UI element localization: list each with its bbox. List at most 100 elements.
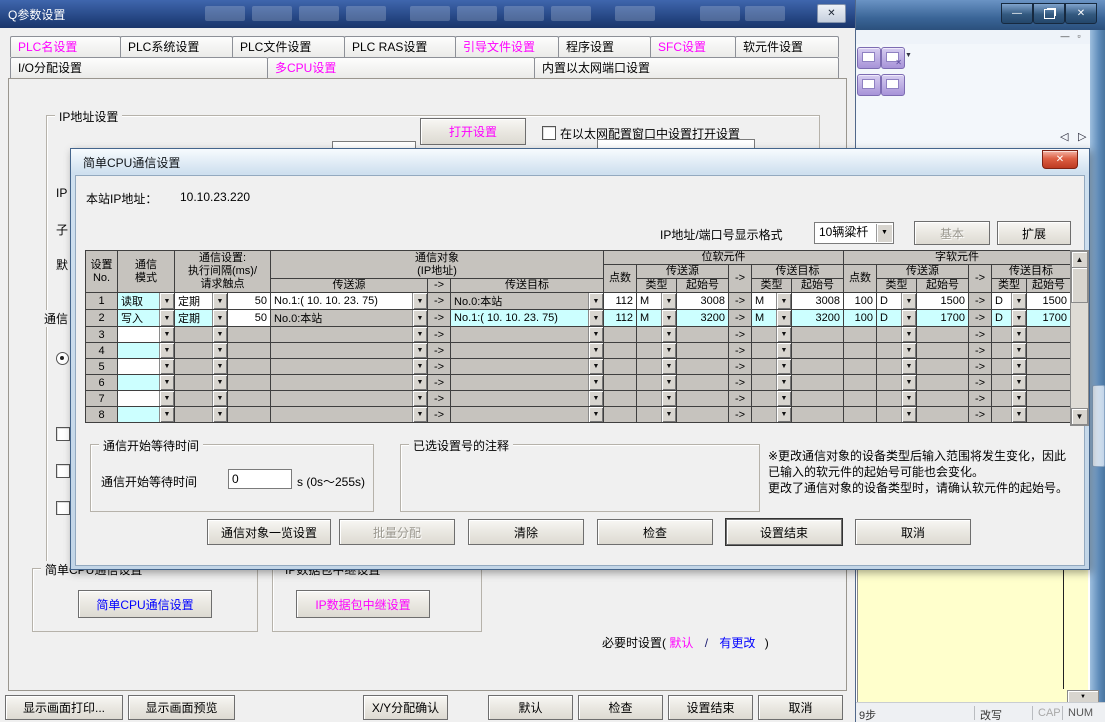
dropdown-button[interactable]: ▼ [412, 293, 427, 309]
comm-mode-cell[interactable]: ▼ [118, 407, 175, 423]
dropdown-button[interactable]: ▼ [1011, 327, 1026, 342]
dropdown-button[interactable]: ▼ [901, 359, 916, 374]
dropdown-button[interactable]: ▼ [212, 407, 227, 422]
transfer-source-cell[interactable]: No.1:( 10. 10. 23. 75)▼ [271, 293, 428, 310]
dropdown-button[interactable]: ▼ [661, 375, 676, 390]
exec-interval-cell[interactable]: 50 [228, 310, 271, 327]
checkbox-fragment[interactable] [56, 464, 70, 478]
scroll-down-icon[interactable]: ▼ [1071, 408, 1088, 425]
word-target-type-cell[interactable]: ▼ [992, 407, 1027, 423]
background-scrollbar[interactable] [1090, 30, 1105, 702]
tab-program[interactable]: 程序设置 [558, 36, 651, 57]
dropdown-button[interactable]: ▼ [588, 310, 603, 326]
ethernet-config-checkbox[interactable] [542, 126, 556, 140]
mdi-restore-icon[interactable]: ▫ [1072, 31, 1086, 42]
word-target-type-cell[interactable]: D▼ [992, 310, 1027, 327]
exec-interval-cell[interactable] [228, 359, 271, 375]
bit-points-cell[interactable] [604, 391, 637, 407]
bit-target-start-cell[interactable] [792, 327, 844, 343]
radio-button-fragment[interactable] [56, 352, 69, 365]
default-button[interactable]: 默认 [488, 695, 573, 720]
check-button[interactable]: 检查 [597, 519, 713, 545]
word-target-type-cell[interactable]: ▼ [992, 391, 1027, 407]
word-source-start-cell[interactable] [917, 407, 969, 423]
comm-setting-type-cell[interactable]: 定期▼ [175, 293, 228, 310]
print-screen-button[interactable]: 显示画面打印... [5, 695, 123, 720]
ip-packet-relay-button[interactable]: IP数据包中继设置 [296, 590, 430, 618]
tab-multi-cpu[interactable]: 多CPU设置 [267, 57, 535, 78]
dropdown-button[interactable]: ▼ [776, 375, 791, 390]
dropdown-button[interactable]: ▼ [901, 293, 916, 309]
tab-scroll-right-icon[interactable]: ▷ [1078, 130, 1086, 143]
basic-button[interactable]: 基本 [914, 221, 990, 245]
close-button[interactable]: ✕ [817, 4, 846, 23]
word-source-start-cell[interactable] [917, 375, 969, 391]
dropdown-button[interactable]: ▼ [1011, 343, 1026, 358]
required-changed-link[interactable]: 有更改 [719, 636, 755, 650]
tab-sfc[interactable]: SFC设置 [650, 36, 736, 57]
simple-cpu-settings-button[interactable]: 简单CPU通信设置 [78, 590, 212, 618]
transfer-source-cell[interactable]: ▼ [271, 327, 428, 343]
word-points-cell[interactable] [844, 375, 877, 391]
comm-setting-type-cell[interactable]: ▼ [175, 343, 228, 359]
word-source-start-cell[interactable] [917, 327, 969, 343]
scrollbar-thumb[interactable] [1092, 385, 1105, 467]
checkbox-fragment[interactable] [56, 427, 70, 441]
bit-points-cell[interactable] [604, 375, 637, 391]
dropdown-button[interactable]: ▼ [1011, 375, 1026, 390]
comm-setting-type-cell[interactable]: ▼ [175, 327, 228, 343]
bit-target-start-cell[interactable] [792, 407, 844, 423]
tab-plc-system[interactable]: PLC系统设置 [120, 36, 233, 57]
comm-setting-type-cell[interactable]: ▼ [175, 391, 228, 407]
word-target-type-cell[interactable]: ▼ [992, 359, 1027, 375]
dropdown-button[interactable]: ▼ [661, 359, 676, 374]
cancel-button[interactable]: 取消 [855, 519, 971, 545]
window-icon[interactable] [857, 74, 881, 96]
word-target-start-cell[interactable] [1027, 407, 1071, 423]
word-source-type-cell[interactable]: ▼ [877, 391, 917, 407]
dropdown-button[interactable]: ▼ [159, 359, 174, 374]
comm-mode-cell[interactable]: ▼ [118, 327, 175, 343]
bit-source-start-cell[interactable] [677, 391, 729, 407]
dropdown-button[interactable]: ▼ [212, 359, 227, 374]
dropdown-button[interactable]: ▼ [776, 359, 791, 374]
dropdown-button[interactable]: ▼ [1011, 293, 1026, 309]
wait-time-input[interactable] [228, 469, 292, 489]
dropdown-button[interactable]: ▼ [901, 327, 916, 342]
chevron-down-icon[interactable]: ▼ [876, 224, 892, 242]
tab-boot-file[interactable]: 引导文件设置 [455, 36, 559, 57]
exec-interval-cell[interactable] [228, 327, 271, 343]
bit-target-start-cell[interactable] [792, 343, 844, 359]
word-target-start-cell[interactable] [1027, 391, 1071, 407]
tab-builtin-ethernet[interactable]: 内置以太网端口设置 [534, 57, 839, 78]
transfer-target-cell[interactable]: ▼ [451, 375, 604, 391]
dropdown-button[interactable]: ▼ [1011, 359, 1026, 374]
dropdown-button[interactable]: ▼ [212, 391, 227, 406]
tab-scroll-left-icon[interactable]: ◁ [1060, 130, 1068, 143]
transfer-source-cell[interactable]: ▼ [271, 407, 428, 423]
word-source-start-cell[interactable] [917, 343, 969, 359]
word-source-start-cell[interactable]: 1500 [917, 293, 969, 310]
word-source-type-cell[interactable]: ▼ [877, 407, 917, 423]
comm-setting-type-cell[interactable]: ▼ [175, 359, 228, 375]
dropdown-button[interactable]: ▼ [901, 391, 916, 406]
dropdown-button[interactable]: ▼ [776, 407, 791, 422]
word-source-start-cell[interactable] [917, 359, 969, 375]
exec-interval-cell[interactable] [228, 375, 271, 391]
tab-plc-ras[interactable]: PLC RAS设置 [344, 36, 456, 57]
comm-setting-type-cell[interactable]: ▼ [175, 375, 228, 391]
bit-source-type-cell[interactable]: ▼ [637, 407, 677, 423]
dropdown-button[interactable]: ▼ [661, 407, 676, 422]
bit-target-type-cell[interactable]: M▼ [752, 310, 792, 327]
transfer-target-cell[interactable]: ▼ [451, 407, 604, 423]
word-source-type-cell[interactable]: D▼ [877, 293, 917, 310]
dropdown-button[interactable]: ▼ [159, 407, 174, 422]
transfer-target-cell[interactable]: ▼ [451, 327, 604, 343]
bit-source-start-cell[interactable]: 3200 [677, 310, 729, 327]
word-target-type-cell[interactable]: ▼ [992, 375, 1027, 391]
word-points-cell[interactable]: 100 [844, 293, 877, 310]
modal-close-button[interactable]: ✕ [1042, 150, 1078, 169]
dropdown-button[interactable]: ▼ [588, 359, 603, 374]
word-target-start-cell[interactable] [1027, 359, 1071, 375]
comm-target-list-button[interactable]: 通信对象一览设置 [207, 519, 331, 545]
